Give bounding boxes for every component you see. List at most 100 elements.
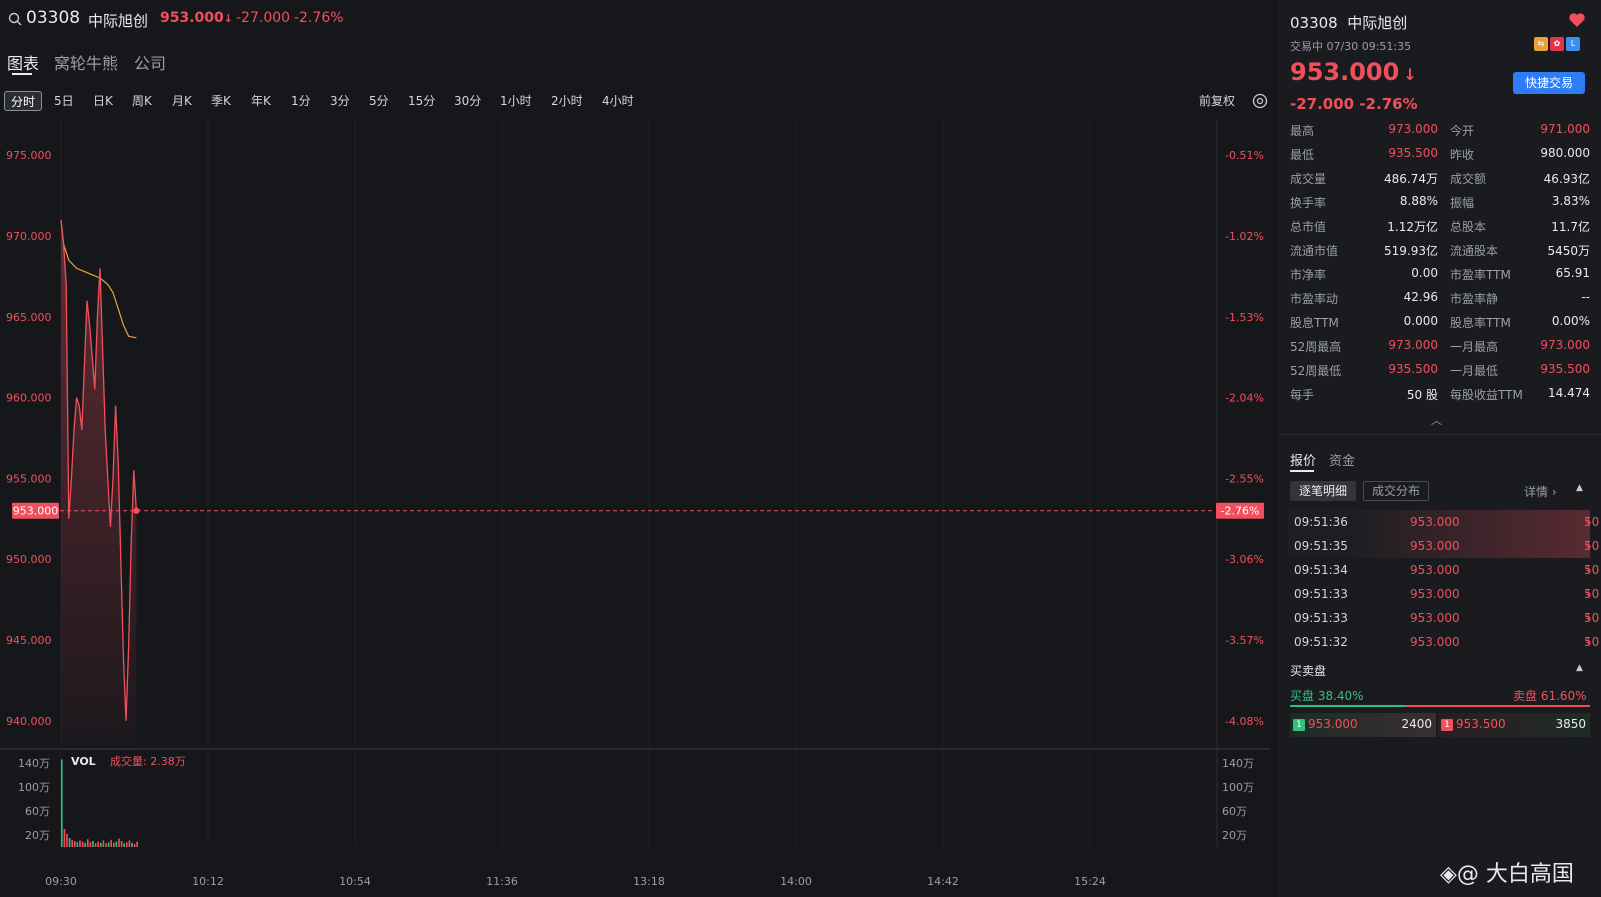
time-axis-label: 10:54 [339, 875, 371, 888]
down-arrow-icon: ↓ [1584, 612, 1593, 623]
period-2h[interactable]: 2小时 [551, 91, 583, 111]
stat-label: 市盈率TTM [1450, 268, 1511, 282]
stat-row: 52周最高 973.000 一月最高 973.000 [1290, 338, 1590, 362]
adjust-button[interactable]: 前复权 [1199, 91, 1235, 111]
rtab-underline [1290, 470, 1314, 472]
pct-axis-label: -4.08% [1225, 715, 1264, 728]
heart-icon[interactable] [1568, 11, 1586, 29]
bid-level-row[interactable]: 1 953.000 2400 [1290, 713, 1436, 737]
buy-ratio-label: 买盘 38.40% [1290, 689, 1364, 703]
stat-label: 股息TTM [1290, 316, 1339, 330]
collapse-chevron-icon[interactable]: ︿ [1431, 412, 1442, 428]
stat-label: 52周最低 [1290, 364, 1342, 378]
buy-ratio-bar [1290, 705, 1405, 707]
tick-time: 09:51:35 [1294, 539, 1348, 553]
quote-panel: 03308 中际旭创 交易中 07/30 09:51:35 ⇆ ✿ L 953.… [1278, 0, 1601, 897]
chart-grid [0, 120, 1270, 847]
time-axis-label: 10:12 [192, 875, 224, 888]
stat-value: 973.000 [1388, 122, 1438, 136]
tab-company[interactable]: 公司 [134, 50, 166, 74]
time-axis-label: 11:36 [486, 875, 518, 888]
panel-title: 03308 中际旭创 [1290, 14, 1408, 32]
period-day[interactable]: 日K [93, 91, 113, 111]
tab-quote[interactable]: 报价 [1290, 450, 1316, 469]
vol-axis-label: 20万 [25, 829, 50, 842]
trading-status: 交易中 07/30 09:51:35 [1290, 40, 1412, 53]
tick-price: 953.000 [1410, 611, 1460, 625]
period-5d[interactable]: 5日 [54, 91, 74, 111]
stat-row: 市净率 0.00 市盈率TTM 65.91 [1290, 266, 1590, 290]
volume-bar [133, 844, 136, 847]
tick-time: 09:51:33 [1294, 611, 1348, 625]
stat-value: 50 股 [1406, 388, 1438, 402]
volume-bar [113, 842, 115, 847]
tab-chart[interactable]: 图表 [7, 50, 39, 74]
stat-value: 65.91 [1555, 266, 1590, 280]
time-axis-label: 13:18 [633, 875, 665, 888]
quick-trade-button[interactable]: 快捷交易 [1513, 72, 1585, 94]
level2-icon: L [1566, 37, 1580, 51]
down-arrow-icon: ↓ [1584, 516, 1593, 527]
volume-bar [66, 833, 68, 847]
ask-level-row[interactable]: 1 953.500 3850 [1438, 713, 1590, 737]
quote-header: 03308 中际旭创 953.000↓ -27.000 -2.76% [0, 0, 1276, 36]
tab-warrants[interactable]: 窝轮牛熊 [54, 50, 118, 74]
stat-label: 今开 [1450, 124, 1475, 138]
period-5m[interactable]: 5分 [369, 91, 389, 111]
volume-bar [68, 838, 71, 847]
period-30m[interactable]: 30分 [454, 91, 481, 111]
period-1h[interactable]: 1小时 [500, 91, 532, 111]
pct-axis-label: -2.04% [1225, 392, 1264, 405]
search-icon[interactable] [8, 12, 22, 26]
tick-detail-button[interactable]: 逐笔明细 [1290, 481, 1357, 501]
volume-bar [63, 829, 66, 847]
settings-icon[interactable] [1251, 92, 1269, 110]
tick-row: 09:51:32 953.000 50 ↓ [1288, 630, 1599, 654]
period-3m[interactable]: 3分 [330, 91, 350, 111]
intraday-chart[interactable]: 953.000 -2.76% 975.000 -0.51% 970.000 -1.02%… [0, 120, 1276, 897]
stat-label: 昨收 [1450, 148, 1475, 162]
stat-label: 成交量 [1290, 172, 1327, 186]
period-4h[interactable]: 4小时 [602, 91, 634, 111]
volume-bar [61, 759, 63, 847]
price-axis-label: 940.000 [6, 715, 52, 728]
tick-time: 09:51:34 [1294, 563, 1348, 577]
stat-label: 总市值 [1290, 220, 1327, 234]
bid-price: 953.000 [1308, 717, 1358, 731]
period-1m[interactable]: 1分 [291, 91, 311, 111]
volume-bar [115, 841, 118, 847]
tick-time: 09:51:33 [1294, 587, 1348, 601]
trade-distribution-button[interactable]: 成交分布 [1363, 481, 1430, 501]
stat-row: 总市值 1.12万亿 总股本 11.7亿 [1290, 218, 1590, 242]
stat-label: 每股收益TTM [1450, 388, 1523, 402]
period-15m[interactable]: 15分 [408, 91, 435, 111]
period-month[interactable]: 月K [172, 91, 192, 111]
volume-bar [110, 839, 112, 847]
pct-axis-label: -3.06% [1225, 553, 1264, 566]
stat-value: 935.500 [1540, 362, 1590, 376]
pct-axis-label: -1.02% [1225, 230, 1264, 243]
tab-capital[interactable]: 资金 [1329, 450, 1355, 469]
tick-row: 09:51:36 953.000 50 ↓ [1288, 510, 1599, 534]
details-link[interactable]: 详情 › [1524, 483, 1557, 500]
collapse-triangle-icon[interactable]: ▲ [1576, 663, 1583, 673]
period-intraday[interactable]: 分时 [4, 91, 43, 111]
volume-bar [94, 843, 97, 847]
sell-ratio-bar [1405, 705, 1590, 707]
volume-bar [118, 838, 120, 847]
down-arrow-icon: ↓ [1403, 65, 1417, 84]
stat-row: 换手率 8.88% 振幅 3.83% [1290, 194, 1590, 218]
period-week[interactable]: 周K [132, 91, 152, 111]
time-axis-label: 14:00 [780, 875, 812, 888]
vol-axis-label: 100万 [18, 781, 50, 794]
collapse-triangle-icon[interactable]: ▲ [1576, 483, 1583, 493]
stat-value: 0.000 [1403, 314, 1438, 328]
period-quarter[interactable]: 季K [211, 91, 231, 111]
stat-value: 5450万 [1547, 244, 1590, 258]
volume-bar [74, 841, 76, 847]
stat-value: 0.00% [1551, 314, 1590, 328]
stat-value: 1.12万亿 [1387, 220, 1438, 234]
vol-axis-label: 60万 [25, 805, 50, 818]
tick-price: 953.000 [1410, 563, 1460, 577]
period-year[interactable]: 年K [251, 91, 271, 111]
